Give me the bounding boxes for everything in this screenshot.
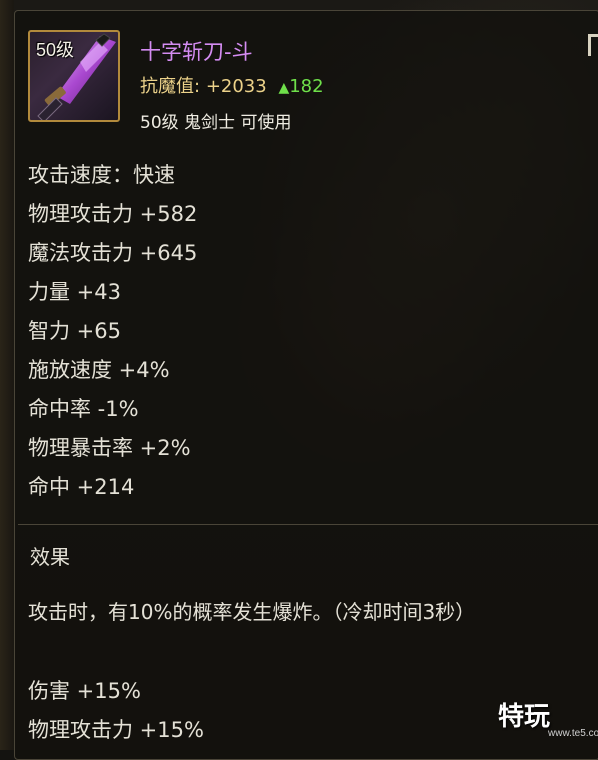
effect-description: 攻击时，有10%的概率发生爆炸。（冷却时间3秒） [28, 600, 476, 624]
stat-list: 攻击速度：快速 物理攻击力 +582 魔法攻击力 +645 力量 +43 智力 … [28, 160, 197, 511]
stat-attack-speed: 攻击速度：快速 [28, 163, 175, 187]
stat-cast-speed: 施放速度 +4% [28, 358, 170, 382]
section-divider [18, 524, 598, 525]
stat-physical-crit: 物理暴击率 +2% [28, 436, 191, 460]
effect-stat-physical-attack: 物理攻击力 +15% [28, 718, 204, 742]
corner-bracket [588, 34, 598, 56]
stat-intelligence: 智力 +65 [28, 319, 121, 343]
effect-stat-list: 伤害 +15% 物理攻击力 +15% [28, 676, 204, 754]
site-watermark: 特玩 www.te5.com [498, 694, 598, 742]
effect-stat-damage: 伤害 +15% [28, 679, 141, 703]
resist-bonus-value: 182 [289, 76, 324, 97]
stat-physical-attack: 物理攻击力 +582 [28, 202, 198, 226]
item-name: 十字斩刀-斗 [140, 40, 253, 64]
item-icon-frame[interactable]: 50级 [28, 30, 120, 122]
resist-bonus: ▲182 [278, 76, 323, 97]
effect-title: 效果 [30, 545, 70, 569]
stat-hit-rate: 命中率 -1% [28, 397, 139, 421]
stat-strength: 力量 +43 [28, 280, 121, 304]
watermark-logo-text: 特玩 [498, 702, 551, 732]
magic-resist-line: 抗魔值: +2033 ▲182 [140, 72, 324, 98]
magic-resist-label: 抗魔值: [140, 76, 201, 97]
watermark-url: www.te5.com [548, 728, 598, 739]
magic-resist-value: +2033 [205, 76, 267, 97]
item-level-badge: 50级 [36, 40, 75, 60]
job-requirement: 50级 鬼剑士 可使用 [140, 113, 292, 133]
left-edge-strip [0, 0, 14, 750]
up-arrow-icon: ▲ [278, 80, 290, 96]
stat-hit: 命中 +214 [28, 475, 135, 499]
stat-magic-attack: 魔法攻击力 +645 [28, 241, 198, 265]
